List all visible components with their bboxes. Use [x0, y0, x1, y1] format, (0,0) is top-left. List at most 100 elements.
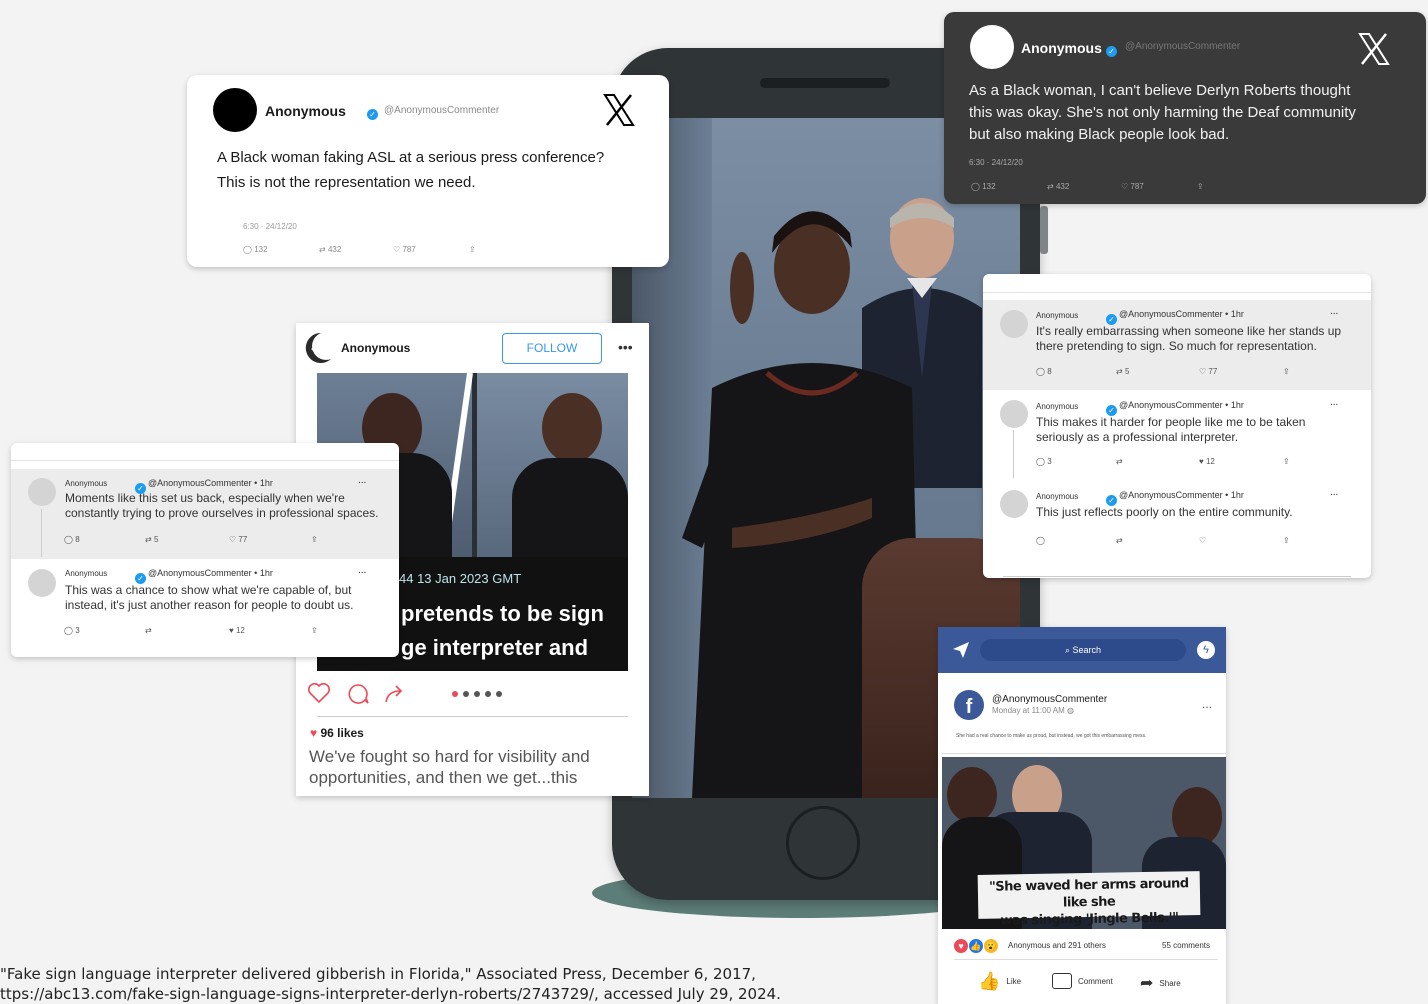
post-time[interactable]: Monday at 11:00 AM	[992, 706, 1065, 715]
comment-author[interactable]: Anonymous	[1036, 492, 1078, 501]
comment-button[interactable]: Comment	[1052, 973, 1113, 989]
retweet-button[interactable]: ⇄ 5	[145, 535, 229, 544]
likes-count[interactable]: 96 likes	[320, 726, 363, 740]
more-options-icon[interactable]: ...	[358, 475, 366, 486]
comment-row[interactable]: Anonymous ✓ @AnonymousCommenter • 1hr ..…	[983, 300, 1371, 390]
comment-icon[interactable]	[347, 684, 369, 709]
retweet-count: 432	[1055, 182, 1070, 191]
like-button[interactable]: ♡ 77	[229, 535, 311, 544]
share-icon[interactable]: ⇪	[311, 535, 318, 544]
retweet-button[interactable]: ⇄ 432	[319, 245, 393, 254]
reply-count: 3	[75, 626, 80, 635]
carousel-dots[interactable]	[452, 691, 502, 697]
citation: "Fake sign language interpreter delivere…	[0, 964, 781, 1004]
like-button[interactable]: ♡ 787	[1121, 182, 1197, 191]
reply-button[interactable]: ◯ 8	[64, 535, 145, 544]
post-image[interactable]: "She waved her arms around like she was …	[942, 757, 1226, 929]
comment-text-line: It's really embarrassing when someone li…	[1036, 324, 1342, 338]
comment-handle[interactable]: @AnonymousCommenter • 1hr	[148, 568, 273, 578]
comment-row[interactable]: Anonymous ✓ @AnonymousCommenter • 1hr ..…	[983, 390, 1371, 480]
facebook-logo-icon[interactable]: f	[954, 690, 984, 720]
messenger-icon[interactable]: ϟ	[1197, 641, 1215, 659]
retweet-button[interactable]: ⇄ 432	[1047, 182, 1121, 191]
share-icon[interactable]: ⇪	[1283, 457, 1290, 466]
more-options-icon[interactable]: •••	[618, 339, 633, 355]
comment-handle[interactable]: @AnonymousCommenter • 1hr	[1119, 490, 1244, 500]
comment-row[interactable]: Anonymous ✓ @AnonymousCommenter • 1hr ..…	[11, 469, 399, 559]
share-icon[interactable]: ⇪	[469, 245, 476, 254]
tweet-text-line: As a Black woman, I can't believe Derlyn…	[969, 82, 1351, 99]
post-author-name[interactable]: Anonymous	[341, 341, 410, 355]
search-placeholder: Search	[1072, 645, 1102, 655]
reply-button[interactable]: ◯ 132	[971, 182, 1047, 191]
reply-button[interactable]: ◯ 8	[1036, 367, 1116, 376]
phone-home-button[interactable]	[786, 806, 860, 880]
comment-handle[interactable]: @AnonymousCommenter • 1hr	[148, 478, 273, 488]
follow-button[interactable]: FOLLOW	[502, 333, 602, 364]
reply-button[interactable]: ◯	[1036, 536, 1116, 545]
comment-author[interactable]: Anonymous	[65, 569, 107, 578]
retweet-button[interactable]: ⇄ 5	[1116, 367, 1199, 376]
reactions-summary[interactable]: Anonymous and 291 others	[1008, 941, 1106, 950]
citation-line[interactable]: ttps://abc13.com/fake-sign-language-sign…	[0, 984, 781, 1004]
comment-author[interactable]: Anonymous	[1036, 311, 1078, 320]
thumbs-up-icon: 👍	[978, 971, 1001, 991]
avatar[interactable]	[970, 25, 1014, 69]
reply-button[interactable]: ◯ 132	[243, 245, 319, 254]
comment-row[interactable]: Anonymous ✓ @AnonymousCommenter • 1hr ..…	[983, 480, 1371, 570]
like-button[interactable]: 👍 Like	[978, 971, 1021, 992]
face-shape	[542, 393, 602, 463]
search-input[interactable]: ⌕ Search	[980, 639, 1186, 661]
avatar[interactable]	[1000, 490, 1028, 518]
tweet-handle[interactable]: @AnonymousCommenter	[384, 105, 499, 116]
comment-handle[interactable]: @AnonymousCommenter • 1hr	[1119, 400, 1244, 410]
moon-avatar-icon[interactable]	[303, 331, 333, 365]
tweet-text-line: this was okay. She's not only harming th…	[969, 104, 1356, 121]
comments-count[interactable]: 55 comments	[1162, 941, 1210, 950]
avatar[interactable]	[28, 478, 56, 506]
like-button[interactable]: ♡	[1199, 536, 1283, 545]
post-author-handle[interactable]: @AnonymousCommenter	[992, 694, 1107, 705]
avatar[interactable]	[1000, 310, 1028, 338]
comment-row[interactable]: Anonymous ✓ @AnonymousCommenter • 1hr ..…	[11, 559, 399, 649]
like-button[interactable]: ♥ 12	[1199, 457, 1283, 466]
comment-author[interactable]: Anonymous	[1036, 402, 1078, 411]
reply-button[interactable]: ◯ 3	[1036, 457, 1116, 466]
share-icon[interactable]: ⇪	[1197, 182, 1204, 191]
tweet-handle[interactable]: @AnonymousCommenter	[1125, 41, 1240, 52]
like-button[interactable]: ♥ 12	[229, 626, 311, 635]
send-icon[interactable]	[952, 641, 970, 664]
facebook-post: ⌕ Search ϟ f @AnonymousCommenter Monday …	[938, 627, 1226, 1004]
banner-headline-line: pretends to be sign	[401, 601, 604, 626]
avatar[interactable]	[213, 88, 257, 132]
more-options-icon[interactable]: ...	[1202, 697, 1212, 711]
comment-author[interactable]: Anonymous	[65, 479, 107, 488]
share-icon[interactable]: ⇪	[1283, 367, 1290, 376]
comment-handle[interactable]: @AnonymousCommenter • 1hr	[1119, 309, 1244, 319]
retweet-button[interactable]: ⇄	[1116, 457, 1199, 466]
tweet-author-name[interactable]: Anonymous	[1021, 40, 1102, 56]
share-icon[interactable]: ⇪	[1283, 536, 1290, 545]
share-arrow-icon: ➦	[1140, 975, 1154, 992]
more-options-icon[interactable]: ...	[358, 565, 366, 576]
more-options-icon[interactable]: ...	[1330, 487, 1338, 498]
avatar[interactable]	[1000, 400, 1028, 428]
share-arrow-icon[interactable]	[384, 683, 406, 708]
more-options-icon[interactable]: ...	[1330, 306, 1338, 317]
share-button[interactable]: ➦ Share	[1140, 973, 1181, 993]
reply-button[interactable]: ◯ 3	[64, 626, 145, 635]
verified-badge-icon: ✓	[367, 104, 378, 122]
share-icon[interactable]: ⇪	[311, 626, 318, 635]
heart-icon[interactable]	[308, 683, 330, 708]
more-options-icon[interactable]: ...	[1330, 397, 1338, 408]
retweet-button[interactable]: ⇄	[1116, 536, 1199, 545]
comment-text-line: instead, it's just another reason for pe…	[65, 598, 354, 612]
like-button[interactable]: ♡ 77	[1199, 367, 1283, 376]
thread-line	[41, 509, 42, 557]
tweet-author-name[interactable]: Anonymous	[265, 103, 346, 119]
retweet-button[interactable]: ⇄	[145, 626, 229, 635]
avatar[interactable]	[28, 569, 56, 597]
like-button[interactable]: ♡ 787	[393, 245, 469, 254]
wow-reaction-icon: 😮	[984, 939, 998, 953]
reaction-icons[interactable]: ♥ 👍 😮	[954, 939, 998, 953]
